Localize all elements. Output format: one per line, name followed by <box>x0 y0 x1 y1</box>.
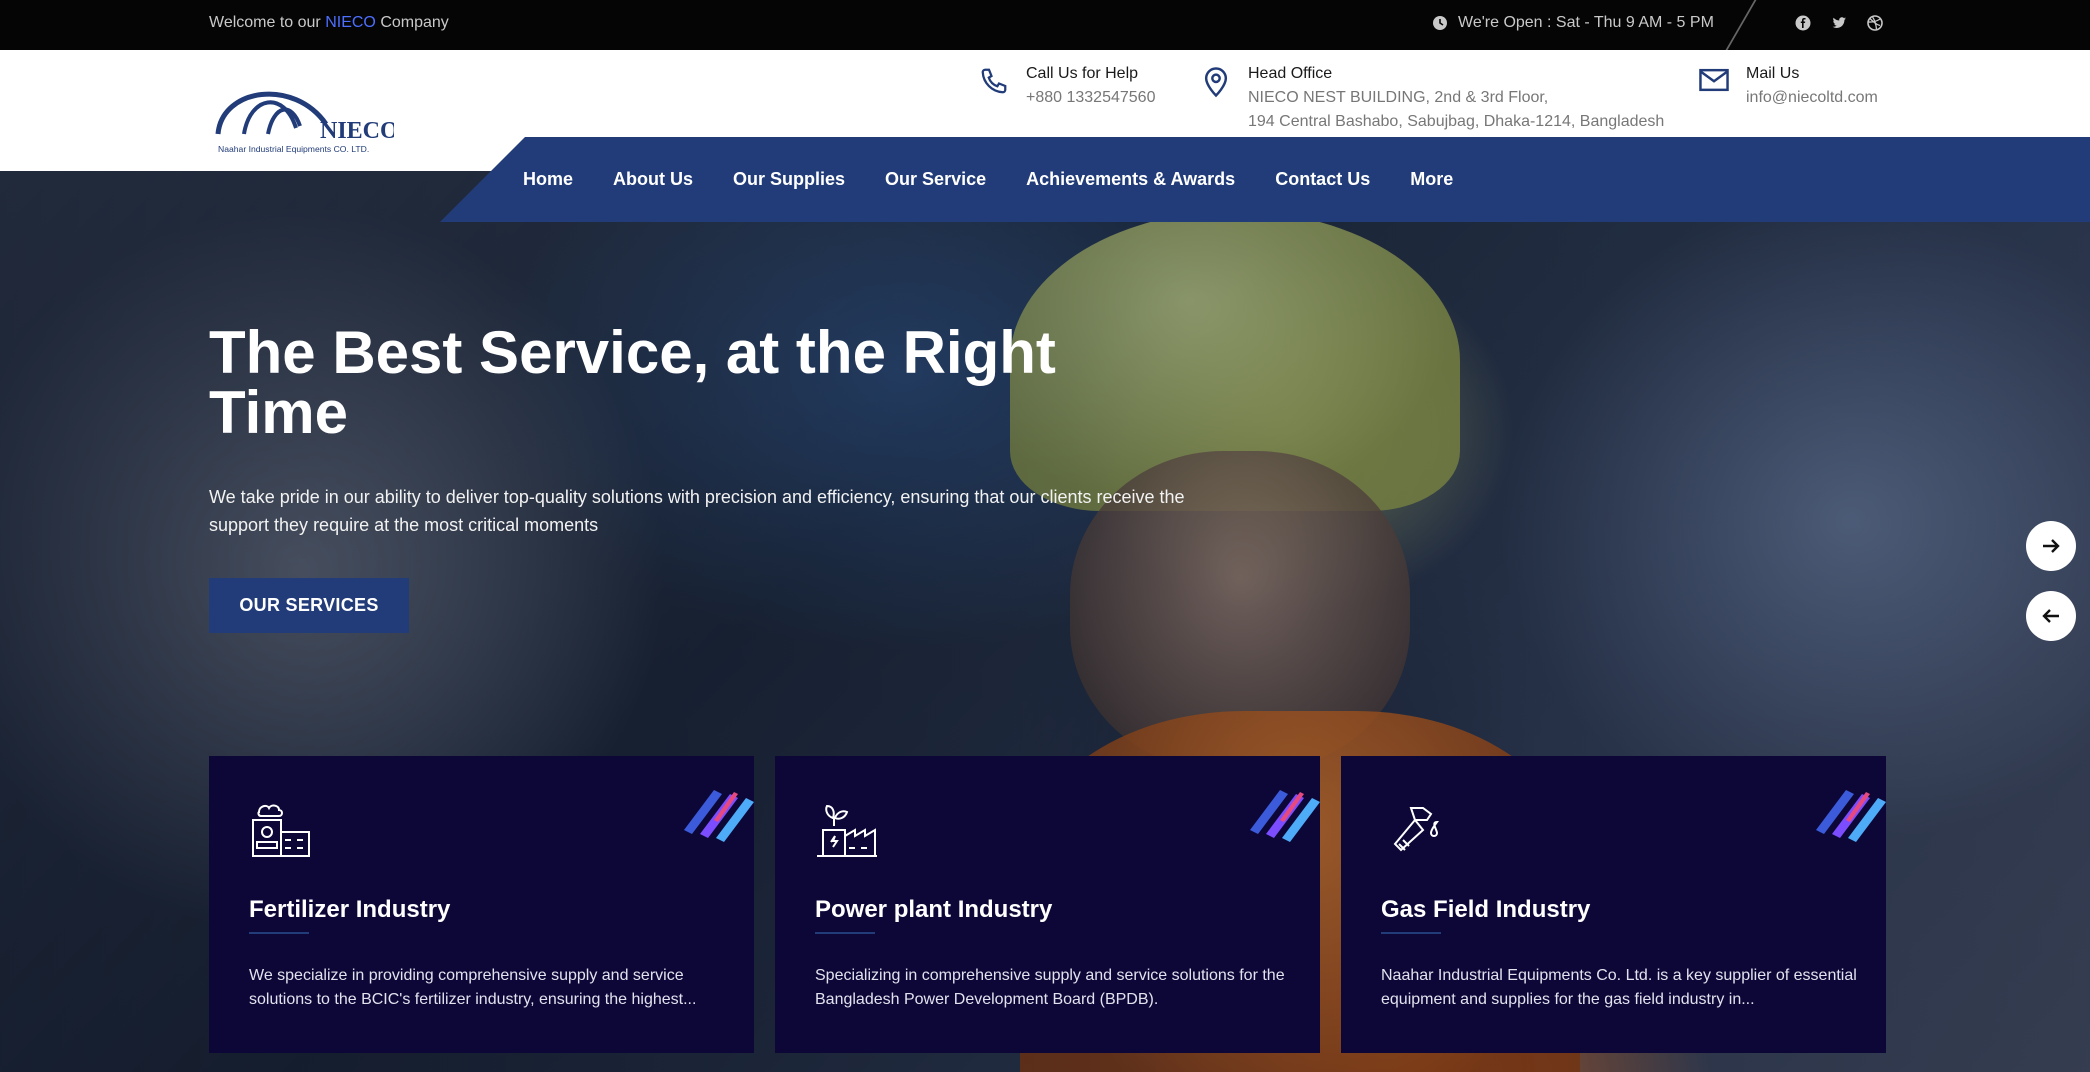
card-decoration <box>1240 770 1320 850</box>
contact-mail[interactable]: Mail Us info@niecoltd.com <box>1698 62 1878 110</box>
logo-wordmark: NIECO <box>320 118 394 144</box>
clock-icon <box>1433 16 1447 30</box>
slider-next-button[interactable] <box>2026 521 2076 571</box>
topbar-divider <box>1725 0 1757 50</box>
arrow-right-icon <box>2043 539 2060 553</box>
card-decoration <box>674 770 754 850</box>
welcome-text: Welcome to our NIECO Company <box>209 14 449 32</box>
hero-title: The Best Service, at the Right Time <box>209 319 1056 446</box>
power-plant-icon <box>815 796 879 860</box>
main-nav: Home About Us Our Supplies Our Service A… <box>440 137 2090 222</box>
contact-office: Head Office NIECO NEST BUILDING, 2nd & 3… <box>1200 62 1664 134</box>
nav-item-our-service[interactable]: Our Service <box>885 169 986 190</box>
top-bar: Welcome to our NIECO Company We're Open … <box>0 0 2090 50</box>
card-fertilizer[interactable]: Fertilizer Industry We specialize in pro… <box>209 756 754 1053</box>
factory-icon <box>249 796 313 860</box>
phone-icon <box>978 62 1010 94</box>
facebook-icon[interactable] <box>1794 14 1812 32</box>
nav-item-contact-us[interactable]: Contact Us <box>1275 169 1370 190</box>
contact-call[interactable]: Call Us for Help +880 1332547560 <box>978 62 1155 110</box>
slider-prev-button[interactable] <box>2026 591 2076 641</box>
dribbble-icon[interactable] <box>1866 14 1884 32</box>
card-title: Fertilizer Industry <box>249 896 451 923</box>
card-title: Power plant Industry <box>815 896 1053 923</box>
contact-call-title: Call Us for Help <box>1026 65 1139 82</box>
contact-office-address-line1: NIECO NEST BUILDING, 2nd & 3rd Floor, <box>1248 89 1549 106</box>
social-links <box>1794 14 1884 32</box>
contact-office-address-line2: 194 Central Bashabo, Sabujbag, Dhaka-121… <box>1248 113 1665 130</box>
fuel-nozzle-icon <box>1381 796 1445 860</box>
site-logo[interactable]: NIECO Naahar Industrial Equipments CO. L… <box>214 78 399 158</box>
card-title: Gas Field Industry <box>1381 896 1591 923</box>
card-underline <box>249 932 309 934</box>
contact-call-value[interactable]: +880 1332547560 <box>1026 86 1155 110</box>
nav-item-home[interactable]: Home <box>523 169 573 190</box>
arrow-left-icon <box>2042 609 2059 623</box>
contact-office-title: Head Office <box>1248 65 1333 82</box>
mail-icon <box>1698 62 1730 94</box>
hero-lead: We take pride in our ability to deliver … <box>209 487 1185 535</box>
card-decoration <box>1806 770 1886 850</box>
card-gas-field[interactable]: Gas Field Industry Naahar Industrial Equ… <box>1341 756 1886 1053</box>
card-underline <box>1381 932 1441 934</box>
card-text: Naahar Industrial Equipments Co. Ltd. is… <box>1381 967 1857 1008</box>
twitter-icon[interactable] <box>1830 14 1848 32</box>
contact-mail-title: Mail Us <box>1746 65 1800 82</box>
nav-item-achievements[interactable]: Achievements & Awards <box>1026 169 1235 190</box>
welcome-brand-link[interactable]: NIECO <box>325 14 376 31</box>
welcome-prefix: Welcome to our <box>209 14 321 31</box>
logo-tagline: Naahar Industrial Equipments CO. LTD. <box>218 144 369 154</box>
map-pin-icon <box>1200 62 1232 98</box>
opening-hours: We're Open : Sat - Thu 9 AM - 5 PM <box>1432 14 1714 32</box>
opening-hours-text: We're Open : Sat - Thu 9 AM - 5 PM <box>1458 14 1714 31</box>
card-text: Specializing in comprehensive supply and… <box>815 967 1285 1008</box>
welcome-suffix: Company <box>380 14 449 31</box>
contact-mail-value[interactable]: info@niecoltd.com <box>1746 86 1878 110</box>
nav-item-more[interactable]: More <box>1410 169 1453 190</box>
nav-item-our-supplies[interactable]: Our Supplies <box>733 169 845 190</box>
card-underline <box>815 932 875 934</box>
nav-item-about-us[interactable]: About Us <box>613 169 693 190</box>
our-services-button[interactable]: OUR SERVICES <box>209 578 409 633</box>
card-text: We specialize in providing comprehensive… <box>249 967 697 1008</box>
card-power-plant[interactable]: Power plant Industry Specializing in com… <box>775 756 1320 1053</box>
